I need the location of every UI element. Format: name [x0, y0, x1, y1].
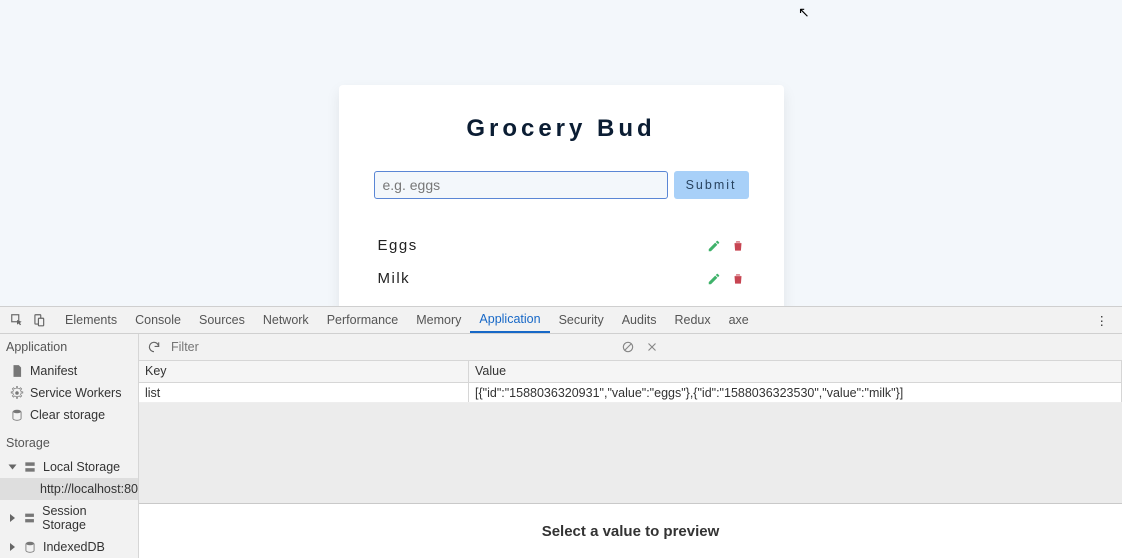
storage-table-body: list [{"id":"1588036320931","value":"egg… — [139, 383, 1122, 403]
chevron-right-icon — [10, 514, 15, 522]
tab-performance[interactable]: Performance — [318, 307, 408, 333]
sidebar-item-manifest[interactable]: Manifest — [0, 360, 138, 382]
more-tabs-icon[interactable]: ⋮ — [1082, 313, 1122, 328]
storage-empty-area[interactable] — [139, 403, 1122, 503]
chevron-right-icon — [10, 543, 15, 551]
edit-icon[interactable] — [707, 272, 721, 286]
app-title: Grocery Bud — [374, 115, 749, 143]
storage-table-header: Key Value — [139, 361, 1122, 383]
refresh-icon[interactable] — [147, 340, 161, 354]
grocery-card: Grocery Bud Submit Eggs Milk — [339, 85, 784, 306]
inspect-icon[interactable] — [10, 313, 24, 327]
sidebar-item-local-origin[interactable]: http://localhost:8080 — [0, 478, 138, 500]
preview-pane: Select a value to preview — [139, 503, 1122, 558]
devtools-body: Application Manifest Service Workers Cle… — [0, 334, 1122, 558]
sidebar-header-storage: Storage — [0, 430, 138, 456]
close-icon[interactable] — [645, 340, 659, 354]
tab-console[interactable]: Console — [126, 307, 190, 333]
chevron-down-icon — [9, 465, 17, 470]
list-item-label: Eggs — [378, 237, 418, 254]
column-header-value[interactable]: Value — [469, 361, 1122, 382]
sidebar-item-session-storage[interactable]: Session Storage — [0, 500, 138, 536]
grocery-list: Eggs Milk — [374, 229, 749, 295]
sidebar-item-label: Session Storage — [42, 504, 128, 532]
device-toggle-icon[interactable] — [32, 313, 46, 327]
column-header-key[interactable]: Key — [139, 361, 469, 382]
submit-button[interactable]: Submit — [674, 171, 749, 199]
tab-axe[interactable]: axe — [720, 307, 758, 333]
sidebar-item-label: http://localhost:8080 — [40, 482, 139, 496]
cell-key: list — [139, 383, 469, 402]
tab-network[interactable]: Network — [254, 307, 318, 333]
tab-sources[interactable]: Sources — [190, 307, 254, 333]
devtools-main: Key Value list [{"id":"1588036320931","v… — [139, 334, 1122, 558]
sidebar-item-label: Clear storage — [30, 408, 105, 422]
sidebar-item-label: IndexedDB — [43, 540, 105, 554]
sidebar-item-indexeddb[interactable]: IndexedDB — [0, 536, 138, 558]
edit-icon[interactable] — [707, 239, 721, 253]
sidebar-item-label: Local Storage — [43, 460, 120, 474]
tab-audits[interactable]: Audits — [613, 307, 666, 333]
sidebar-header-application: Application — [0, 334, 138, 360]
list-item-label: Milk — [378, 270, 411, 287]
storage-toolbar — [139, 334, 1122, 361]
tab-security[interactable]: Security — [550, 307, 613, 333]
sidebar-item-local-storage[interactable]: Local Storage — [0, 456, 138, 478]
sidebar-item-clear-storage[interactable]: Clear storage — [0, 404, 138, 426]
sidebar-item-service-workers[interactable]: Service Workers — [0, 382, 138, 404]
devtools-panel: Elements Console Sources Network Perform… — [0, 306, 1122, 558]
filter-input[interactable] — [171, 340, 611, 354]
grocery-input[interactable] — [374, 171, 668, 199]
form-row: Submit — [374, 171, 749, 199]
list-item: Milk — [374, 262, 749, 295]
block-icon[interactable] — [621, 340, 635, 354]
cell-value: [{"id":"1588036320931","value":"eggs"},{… — [469, 383, 1122, 402]
delete-icon[interactable] — [731, 272, 745, 286]
table-row[interactable]: list [{"id":"1588036320931","value":"egg… — [139, 383, 1122, 403]
devtools-tabbar: Elements Console Sources Network Perform… — [0, 307, 1122, 334]
tab-elements[interactable]: Elements — [56, 307, 126, 333]
tab-application[interactable]: Application — [470, 307, 549, 333]
list-item: Eggs — [374, 229, 749, 262]
app-viewport: Grocery Bud Submit Eggs Milk — [0, 0, 1122, 306]
tab-memory[interactable]: Memory — [407, 307, 470, 333]
sidebar-item-label: Service Workers — [30, 386, 121, 400]
tab-redux[interactable]: Redux — [665, 307, 719, 333]
sidebar-item-label: Manifest — [30, 364, 77, 378]
clear-items-button[interactable]: Clear Items — [511, 295, 610, 306]
delete-icon[interactable] — [731, 239, 745, 253]
devtools-sidebar: Application Manifest Service Workers Cle… — [0, 334, 139, 558]
